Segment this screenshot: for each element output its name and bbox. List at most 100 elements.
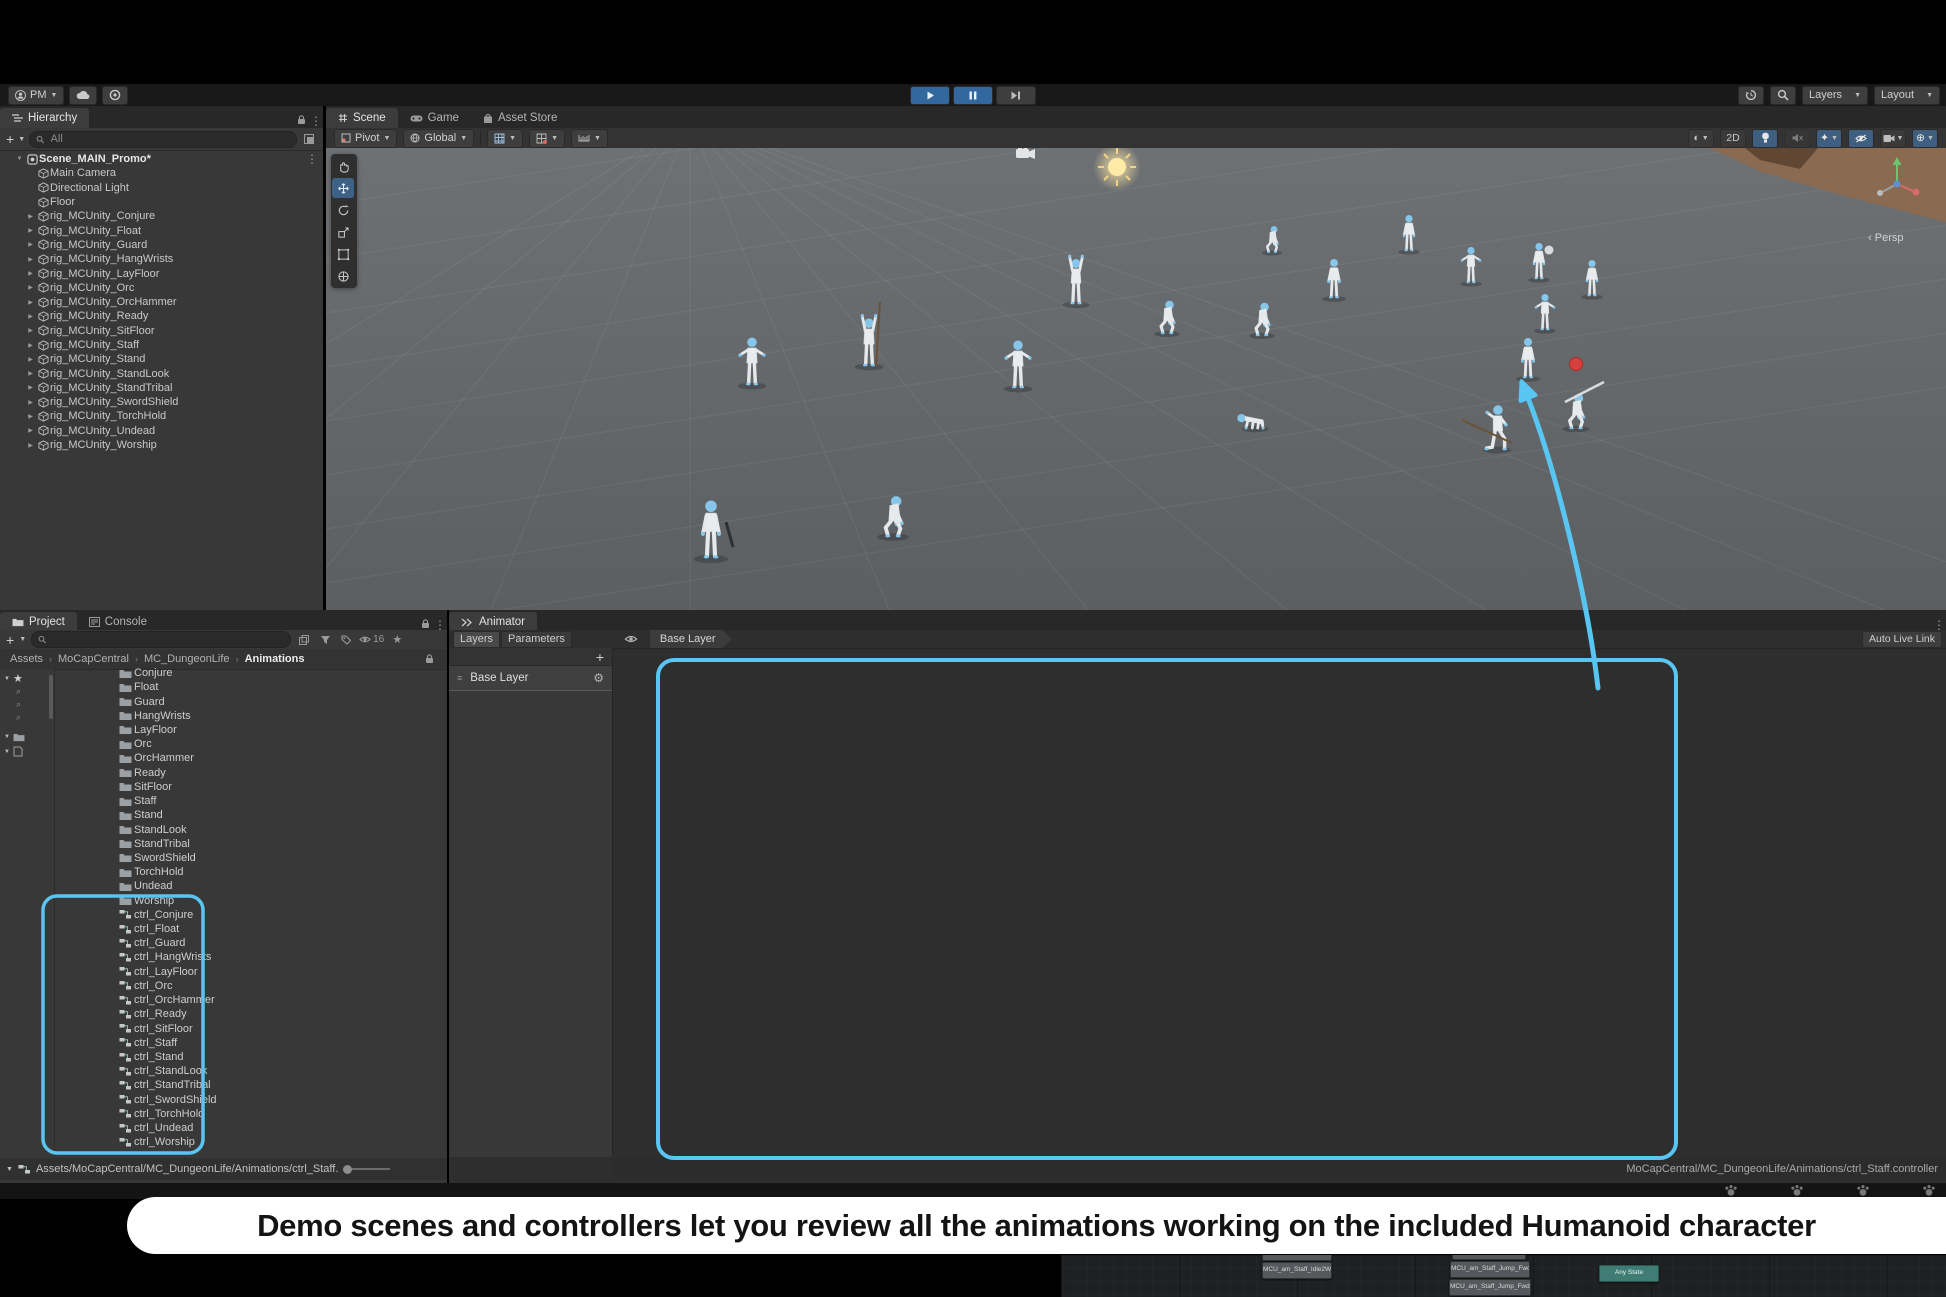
tab-animator[interactable]: Animator [449,612,537,632]
controller-row[interactable]: ctrl_LayFloor [55,965,447,979]
hierarchy-item-rig[interactable]: ▶rig_MCUnity_OrcHammer [14,295,319,309]
controller-row[interactable]: ctrl_Undead [55,1121,447,1135]
hierarchy-root-row[interactable]: ▼ Scene_MAIN_Promo* ⋮ [14,152,319,166]
hierarchy-item-rig[interactable]: ▶rig_MCUnity_Staff [14,338,319,352]
hierarchy-search-input[interactable] [49,132,290,146]
controller-row[interactable]: ctrl_SwordShield [55,1093,447,1107]
asset-filter-icon[interactable] [317,632,333,648]
camera-dropdown[interactable]: ▼ [1880,129,1906,148]
folder-row[interactable]: HangWrists [55,709,447,723]
visibility-toggle[interactable] [1848,129,1874,148]
lock-icon[interactable] [293,112,309,128]
rect-tool[interactable] [332,244,354,264]
add-button[interactable]: + [6,134,14,144]
folder-icon[interactable] [13,732,25,742]
breadcrumb-item[interactable]: Animations [245,653,305,665]
folder-row[interactable]: Orc [55,737,447,751]
chevron-down-icon[interactable]: ▼ [4,749,10,755]
layout-dropdown[interactable]: Layout▼ [1874,86,1940,105]
chevron-down-icon[interactable]: ▼ [18,136,25,143]
controller-row[interactable]: ctrl_Orc [55,979,447,993]
layer-row-base[interactable]: ≡ Base Layer ⚙ [449,666,612,691]
hierarchy-item-rig[interactable]: ▶rig_MCUnity_Undead [14,424,319,438]
layers-tab[interactable]: Layers [453,631,500,648]
expand-arrow-icon[interactable]: ▶ [25,227,36,234]
controller-row[interactable]: ctrl_StandTribal [55,1078,447,1092]
scene-picker-icon[interactable] [301,131,317,147]
hierarchy-item-rig[interactable]: ▶rig_MCUnity_StandTribal [14,381,319,395]
folder-row[interactable]: Worship [55,894,447,908]
hierarchy-item-rig[interactable]: ▶rig_MCUnity_Orc [14,281,319,295]
expand-arrow-icon[interactable]: ▶ [25,270,36,277]
controller-row[interactable]: ctrl_StandLook [55,1064,447,1078]
controller-row[interactable]: ctrl_Ready [55,1007,447,1021]
folder-row[interactable]: Float [55,680,447,694]
tab-asset-store[interactable]: Asset Store [471,108,569,128]
state-node[interactable]: Any State [1599,1265,1659,1282]
hierarchy-item-rig[interactable]: ▶rig_MCUnity_Ready [14,309,319,323]
expand-arrow-icon[interactable]: ▶ [25,399,36,406]
state-node[interactable]: MCU_am_Staff_Jump_Fwd_Land [1449,1279,1531,1296]
chevron-down-icon[interactable]: ▼ [6,1166,13,1173]
hierarchy-item[interactable]: Directional Light [14,181,319,195]
move-tool[interactable] [332,178,354,198]
controller-row[interactable]: ctrl_Staff [55,1036,447,1050]
2d-toggle[interactable]: 2D [1720,129,1746,148]
folder-row[interactable]: SwordShield [55,851,447,865]
step-button[interactable] [996,86,1036,105]
favorites-star-icon[interactable]: ★ [13,672,23,685]
cloud-button[interactable] [69,86,97,105]
tab-console[interactable]: Console [77,612,159,632]
controller-row[interactable]: ctrl_SitFloor [55,1021,447,1035]
scene-viewport[interactable]: ‹ Persp [326,148,1946,610]
lighting-toggle[interactable] [1752,129,1778,148]
package-icon[interactable] [13,746,23,757]
folder-row[interactable]: LayFloor [55,723,447,737]
folder-row[interactable]: OrcHammer [55,751,447,765]
hierarchy-item-rig[interactable]: ▶rig_MCUnity_HangWrists [14,252,319,266]
breadcrumb-item[interactable]: Assets [10,653,43,665]
hierarchy-item-rig[interactable]: ▶rig_MCUnity_Conjure [14,209,319,223]
gear-icon[interactable]: ⚙ [593,671,604,685]
thumbnail-size-slider[interactable] [343,1165,390,1174]
tab-scene[interactable]: Scene [326,108,398,128]
tab-hierarchy[interactable]: Hierarchy [0,108,89,128]
hierarchy-item-rig[interactable]: ▶rig_MCUnity_SwordShield [14,395,319,409]
breadcrumb[interactable]: Assets›MoCapCentral›MC_DungeonLife›Anima… [10,653,304,665]
expand-arrow-icon[interactable]: ▼ [14,156,25,162]
expand-arrow-icon[interactable]: ▶ [25,342,36,349]
expand-arrow-icon[interactable]: ▶ [25,213,36,220]
grid-snap-toggle[interactable]: ▼ [487,129,523,148]
scrollbar[interactable] [49,675,53,719]
project-search[interactable] [31,631,291,648]
expand-arrow-icon[interactable]: ▶ [25,356,36,363]
state-node[interactable]: MCU_am_Staff_Jump_Fwd [1452,1255,1526,1260]
folder-row[interactable]: Guard [55,694,447,708]
state-node[interactable]: MCU_am_Staff_Walk2Idle [1262,1255,1332,1261]
folder-row[interactable]: StandTribal [55,837,447,851]
folder-row[interactable]: Conjure [55,666,447,680]
expand-arrow-icon[interactable]: ▶ [25,384,36,391]
breadcrumb-item[interactable]: MoCapCentral [58,653,129,665]
hierarchy-item-rig[interactable]: ▶rig_MCUnity_Float [14,223,319,237]
hierarchy-item[interactable]: Main Camera [14,166,319,180]
red-sphere[interactable] [1570,358,1583,371]
chevron-down-icon[interactable]: ▼ [4,676,10,682]
persp-label[interactable]: ‹ Persp [1868,232,1903,244]
folder-row[interactable]: Staff [55,794,447,808]
kebab-icon[interactable]: ⋮ [309,114,323,128]
expand-arrow-icon[interactable]: ▶ [25,413,36,420]
folder-row[interactable]: TorchHold [55,865,447,879]
scale-tool[interactable] [332,222,354,242]
chevron-down-icon[interactable]: ▼ [4,734,10,740]
audio-toggle[interactable] [1784,129,1810,148]
folder-row[interactable]: Undead [55,879,447,893]
snap-increment-toggle[interactable]: ▼ [571,129,608,148]
effects-dropdown[interactable]: ✦▼ [1816,129,1842,148]
folder-row[interactable]: Stand [55,808,447,822]
expand-arrow-icon[interactable]: ▶ [25,442,36,449]
controller-row[interactable]: ctrl_Float [55,922,447,936]
hierarchy-item-rig[interactable]: ▶rig_MCUnity_Guard [14,238,319,252]
expand-arrow-icon[interactable]: ▶ [25,427,36,434]
play-button[interactable] [910,86,950,105]
